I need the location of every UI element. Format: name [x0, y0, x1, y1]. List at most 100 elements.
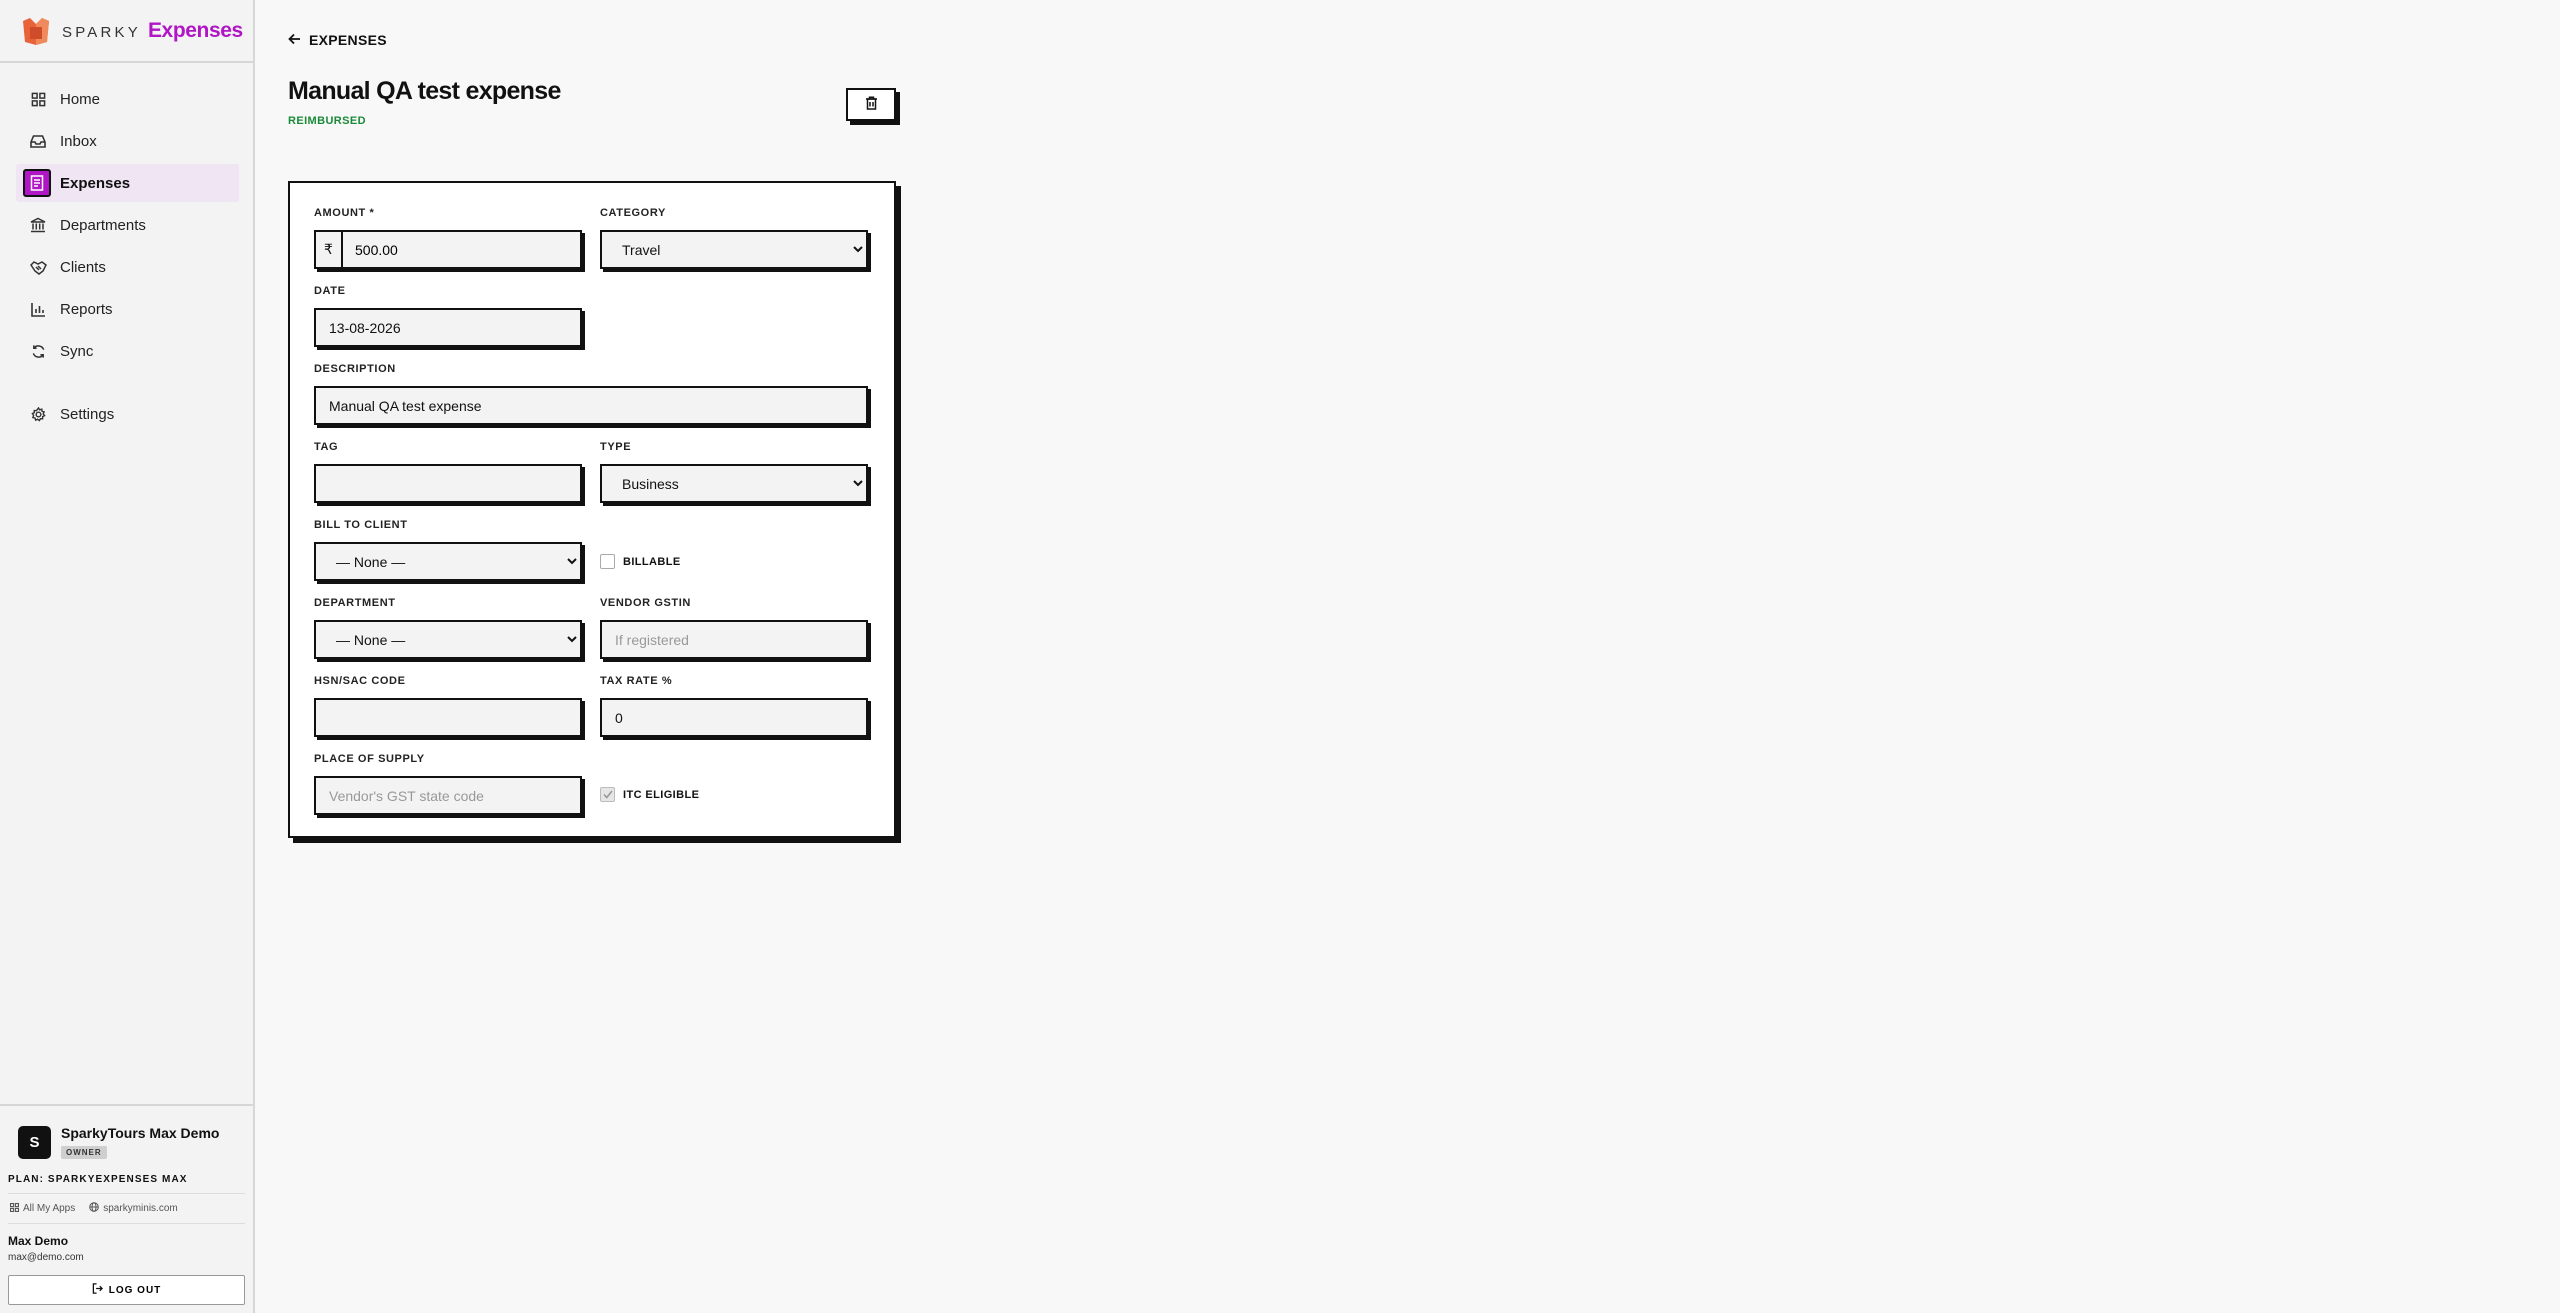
page-title: Manual QA test expense: [288, 77, 561, 105]
sidebar-item-label: Sync: [60, 342, 94, 360]
bill-to-client-select[interactable]: — None —: [314, 542, 582, 581]
user-name: Max Demo: [8, 1234, 69, 1248]
sidebar-footer: S SparkyTours Max Demo OWNER PLAN: SPARK…: [0, 1104, 253, 1313]
itc-eligible-checkbox[interactable]: [600, 787, 615, 802]
site-link[interactable]: sparkyminis.com: [89, 1202, 178, 1215]
logout-icon: [92, 1283, 103, 1297]
tax-rate-field-group: TAX RATE %: [600, 675, 868, 737]
hsn-input[interactable]: [314, 698, 582, 737]
itc-eligible-checkbox-row[interactable]: ITC ELIGIBLE: [600, 787, 699, 802]
globe-icon: [89, 1202, 100, 1215]
sidebar-item-label: Home: [60, 90, 101, 108]
date-input[interactable]: [314, 308, 582, 347]
sidebar-item-label: Inbox: [60, 132, 97, 150]
category-label: CATEGORY: [600, 207, 666, 219]
vendor-gstin-input[interactable]: [600, 620, 868, 659]
category-select[interactable]: Travel: [600, 230, 868, 269]
sidebar: SPARKY Expenses Home Inbox Expenses Depa…: [0, 0, 255, 1313]
arrow-left-icon: [288, 32, 301, 48]
rupee-icon: ₹: [316, 232, 343, 267]
refresh-icon: [29, 342, 47, 360]
billable-checkbox-row[interactable]: BILLABLE: [600, 554, 681, 569]
all-apps-link[interactable]: All My Apps: [10, 1202, 75, 1215]
type-select[interactable]: Business: [600, 464, 868, 503]
tag-input[interactable]: [314, 464, 582, 503]
bar-chart-icon: [29, 300, 47, 318]
description-field-group: DESCRIPTION: [314, 363, 868, 425]
sidebar-item-settings[interactable]: Settings: [16, 395, 239, 433]
tax-rate-input[interactable]: [600, 698, 868, 737]
sidebar-item-label: Expenses: [60, 174, 131, 192]
footer-links: All My Apps sparkyminis.com: [8, 1193, 245, 1224]
place-of-supply-input[interactable]: [314, 776, 582, 815]
sidebar-item-label: Departments: [60, 216, 146, 234]
bill-to-client-label: BILL TO CLIENT: [314, 519, 408, 531]
nav-divider: [0, 374, 253, 395]
sidebar-item-label: Reports: [60, 300, 113, 318]
sidebar-item-expenses[interactable]: Expenses: [16, 164, 239, 202]
department-label: DEPARTMENT: [314, 597, 396, 609]
plan-label: PLAN: SPARKYEXPENSES MAX: [8, 1174, 188, 1185]
delete-button[interactable]: [846, 88, 896, 121]
sparky-logo-icon: [20, 15, 52, 47]
place-of-supply-field-group: PLACE OF SUPPLY: [314, 753, 582, 815]
brand-name: SPARKY: [62, 23, 141, 41]
amount-label: AMOUNT *: [314, 207, 375, 219]
brand[interactable]: SPARKY Expenses: [0, 0, 253, 63]
place-of-supply-label: PLACE OF SUPPLY: [314, 753, 425, 765]
sidebar-item-departments[interactable]: Departments: [16, 206, 239, 244]
role-badge: OWNER: [61, 1146, 107, 1159]
description-input[interactable]: [314, 386, 868, 425]
check-icon: [602, 790, 613, 799]
type-label: TYPE: [600, 441, 632, 453]
tax-rate-label: TAX RATE %: [600, 675, 673, 687]
org-avatar: S: [18, 1126, 51, 1159]
all-apps-label: All My Apps: [23, 1203, 76, 1214]
vendor-gstin-label: VENDOR GSTIN: [600, 597, 691, 609]
billable-checkbox[interactable]: [600, 554, 615, 569]
sidebar-nav: Home Inbox Expenses Departments Clients …: [0, 63, 253, 433]
tag-label: TAG: [314, 441, 339, 453]
org-name: SparkyTours Max Demo: [61, 1125, 220, 1141]
hsn-label: HSN/SAC CODE: [314, 675, 406, 687]
sidebar-item-label: Settings: [60, 405, 115, 423]
amount-input-wrap: ₹: [314, 230, 582, 269]
hsn-field-group: HSN/SAC CODE: [314, 675, 582, 737]
trash-icon: [865, 96, 878, 113]
status-badge: REIMBURSED: [288, 115, 366, 127]
department-select[interactable]: — None —: [314, 620, 582, 659]
sidebar-item-home[interactable]: Home: [16, 80, 239, 118]
org-switcher[interactable]: S SparkyTours Max Demo OWNER: [8, 1106, 245, 1172]
handshake-icon: [29, 258, 47, 276]
logout-button[interactable]: LOG OUT: [8, 1275, 245, 1305]
site-label: sparkyminis.com: [103, 1203, 178, 1214]
receipt-icon: [23, 169, 51, 197]
billable-label: BILLABLE: [623, 555, 681, 568]
sidebar-item-clients[interactable]: Clients: [16, 248, 239, 286]
back-label: EXPENSES: [309, 32, 387, 48]
inbox-icon: [29, 132, 47, 150]
apps-grid-icon: [10, 1202, 20, 1215]
bill-to-client-field-group: BILL TO CLIENT — None —: [314, 519, 582, 581]
description-label: DESCRIPTION: [314, 363, 396, 375]
amount-field-group: AMOUNT * ₹: [314, 207, 582, 269]
category-field-group: CATEGORY Travel: [600, 207, 868, 269]
sidebar-item-sync[interactable]: Sync: [16, 332, 239, 370]
date-label: DATE: [314, 285, 346, 297]
sidebar-item-label: Clients: [60, 258, 106, 276]
department-field-group: DEPARTMENT — None —: [314, 597, 582, 659]
back-link[interactable]: EXPENSES: [288, 32, 387, 48]
vendor-gstin-field-group: VENDOR GSTIN: [600, 597, 868, 659]
tag-field-group: TAG: [314, 441, 582, 503]
gear-icon: [29, 405, 47, 423]
logout-label: LOG OUT: [108, 1284, 162, 1296]
sidebar-item-inbox[interactable]: Inbox: [16, 122, 239, 160]
amount-input[interactable]: [343, 232, 580, 267]
building-icon: [29, 216, 47, 234]
brand-app-name: Expenses: [147, 18, 243, 42]
itc-eligible-label: ITC ELIGIBLE: [623, 788, 700, 801]
grid-icon: [29, 90, 47, 108]
type-field-group: TYPE Business: [600, 441, 868, 503]
sidebar-item-reports[interactable]: Reports: [16, 290, 239, 328]
expense-form: AMOUNT * ₹ CATEGORY Travel DATE DESCRIPT…: [288, 181, 896, 838]
